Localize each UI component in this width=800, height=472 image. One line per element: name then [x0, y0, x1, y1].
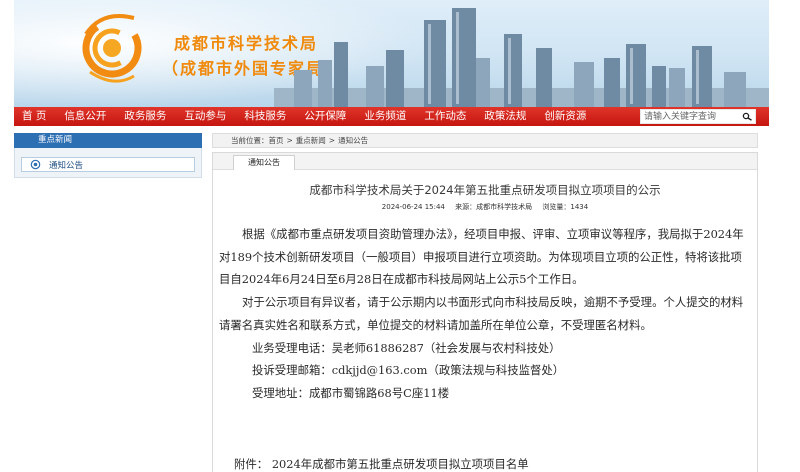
nav-innovation-resources[interactable]: 创新资源 [535, 107, 595, 126]
article-body: 根据《成都市重点研发项目资助管理办法》，经项目申报、评审、立项审议等程序，我局拟… [219, 223, 751, 405]
nav-info-disclosure[interactable]: 信息公开 [55, 107, 115, 126]
article-panel: 通知公告 成都市科学技术局关于2024年第五批重点研发项目拟立项项目的公示 20… [212, 152, 758, 472]
search-box [640, 109, 756, 124]
main-nav: 首 页 信息公开 政务服务 互动参与 科技服务 公开保障 业务频道 工作动态 政… [14, 107, 769, 126]
attachment: 附件： 2024年成都市第五批重点研发项目拟立项项目名单 [234, 456, 529, 472]
article-date: 2024-06-24 15:44 [381, 203, 445, 211]
nav-home[interactable]: 首 页 [14, 107, 55, 126]
contact-address: 受理地址：成都市蜀锦路68号C座11楼 [252, 385, 450, 400]
tab-notices[interactable]: 通知公告 [233, 155, 295, 170]
article-title: 成都市科学技术局关于2024年第五批重点研发项目拟立项项目的公示 [309, 183, 661, 197]
sidebar-panel: 通知公告 [14, 148, 202, 178]
article-paragraph: 根据《成都市重点研发项目资助管理办法》，经项目申报、评审、立项审议等程序，我局拟… [219, 227, 744, 287]
breadcrumb-separator: > [286, 136, 293, 145]
attachment-label: 附件： [234, 457, 269, 471]
sidebar-heading: 重点新闻 [14, 133, 202, 148]
attachment-link[interactable]: 2024年成都市第五批重点研发项目拟立项项目名单 [272, 457, 529, 471]
breadcrumb-key-news[interactable]: 重点新闻 [296, 135, 326, 146]
nav-work-news[interactable]: 工作动态 [415, 107, 475, 126]
article-meta: 2024-06-24 15:44 来源：成都市科学技术局 浏览量：1434 [213, 202, 757, 212]
contact-email: 投诉受理邮箱：cdkjjd@163.com（政策法规与科技监督处） [252, 363, 565, 378]
breadcrumb-separator: > [328, 136, 336, 145]
breadcrumb-notices[interactable]: 通知公告 [338, 135, 368, 146]
nav-disclosure-guarantee[interactable]: 公开保障 [295, 107, 355, 126]
search-input[interactable] [641, 110, 739, 123]
search-icon [742, 112, 752, 121]
article-source: 来源：成都市科学技术局 [455, 203, 533, 211]
nav-business-channel[interactable]: 业务频道 [355, 107, 415, 126]
nav-gov-services[interactable]: 政务服务 [115, 107, 175, 126]
circle-dot-icon [30, 159, 41, 170]
site-banner: 成都市科学技术局 （成都市外国专家局） [14, 0, 769, 107]
sun-swirl-logo [82, 14, 142, 83]
sidebar-item-notices[interactable]: 通知公告 [21, 157, 195, 172]
breadcrumb: 当前位置： 首页 > 重点新闻 > 通知公告 [212, 133, 758, 148]
contact-phone: 业务受理电话：吴老师61886287（社会发展与农村科技处） [252, 340, 561, 355]
nav-tech-services[interactable]: 科技服务 [235, 107, 295, 126]
breadcrumb-home[interactable]: 首页 [269, 135, 284, 146]
search-button[interactable] [739, 110, 755, 123]
nav-policy-regulations[interactable]: 政策法规 [475, 107, 535, 126]
article-views: 浏览量：1434 [542, 203, 589, 211]
article-paragraph: 对于公示项目有异议者，请于公示期内以书面形式向市科技局反映，逾期不予受理。个人提… [219, 295, 744, 332]
city-skyline-image [274, 8, 769, 107]
nav-interaction[interactable]: 互动参与 [175, 107, 235, 126]
sidebar-item-label: 通知公告 [49, 160, 84, 171]
breadcrumb-lead: 当前位置： [231, 136, 269, 145]
tab-strip: 通知公告 [213, 153, 757, 170]
